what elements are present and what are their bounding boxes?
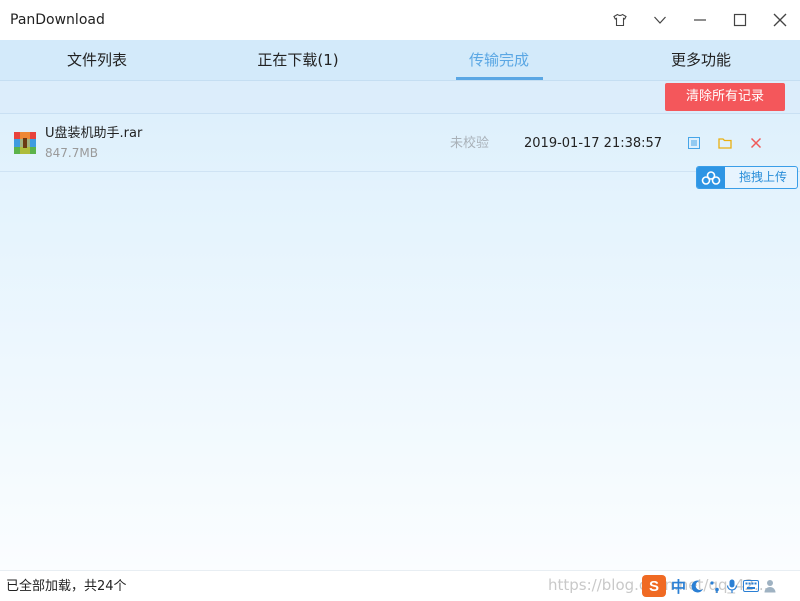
baidu-cloud-icon <box>697 167 725 188</box>
status-bar: 已全部加载，共24个 https://blog.csdn.net/qq_42..… <box>0 570 800 601</box>
moon-icon[interactable] <box>691 579 704 593</box>
close-icon[interactable] <box>768 8 792 32</box>
chevron-down-icon[interactable] <box>648 8 672 32</box>
drag-upload-label: 拖拽上传 <box>739 170 788 184</box>
file-row[interactable]: U盘装机助手.rar 847.7MB 未校验 2019-01-17 21:38:… <box>0 114 800 172</box>
file-size: 847.7MB <box>45 146 98 160</box>
tab-bar: 文件列表 正在下载(1) 传输完成 更多功能 <box>0 40 800 81</box>
user-icon[interactable] <box>764 579 776 593</box>
tab-more-features[interactable]: 更多功能 <box>641 40 761 80</box>
file-details-icon[interactable] <box>686 135 702 151</box>
punctuation-icon[interactable] <box>709 580 721 593</box>
microphone-icon[interactable] <box>726 579 738 594</box>
tab-transfer-complete[interactable]: 传输完成 <box>439 40 559 80</box>
active-tab-indicator <box>456 77 543 80</box>
winrar-archive-icon <box>14 132 36 154</box>
ime-tray: S 中 <box>642 575 776 597</box>
load-status-text: 已全部加载，共24个 <box>6 579 127 594</box>
drag-upload-button[interactable]: 拖拽上传 <box>696 166 798 189</box>
app-title: PanDownload <box>10 12 105 28</box>
clear-all-records-button[interactable]: 清除所有记录 <box>665 83 785 111</box>
maximize-icon[interactable] <box>728 8 752 32</box>
completed-time: 2019-01-17 21:38:57 <box>524 136 663 151</box>
toolbar: 清除所有记录 <box>0 81 800 114</box>
open-folder-icon[interactable] <box>717 135 733 151</box>
minimize-icon[interactable] <box>688 8 712 32</box>
ime-language-mode[interactable]: 中 <box>671 576 686 597</box>
file-name: U盘装机助手.rar <box>45 126 143 141</box>
tab-downloading[interactable]: 正在下载(1) <box>238 40 358 80</box>
title-bar: PanDownload <box>0 0 800 40</box>
verify-status: 未校验 <box>450 136 490 151</box>
keyboard-icon[interactable] <box>743 580 760 592</box>
shirt-icon[interactable] <box>608 8 632 32</box>
tab-file-list[interactable]: 文件列表 <box>37 40 157 80</box>
delete-record-icon[interactable] <box>748 135 764 151</box>
sogou-ime-logo[interactable]: S <box>642 575 666 597</box>
